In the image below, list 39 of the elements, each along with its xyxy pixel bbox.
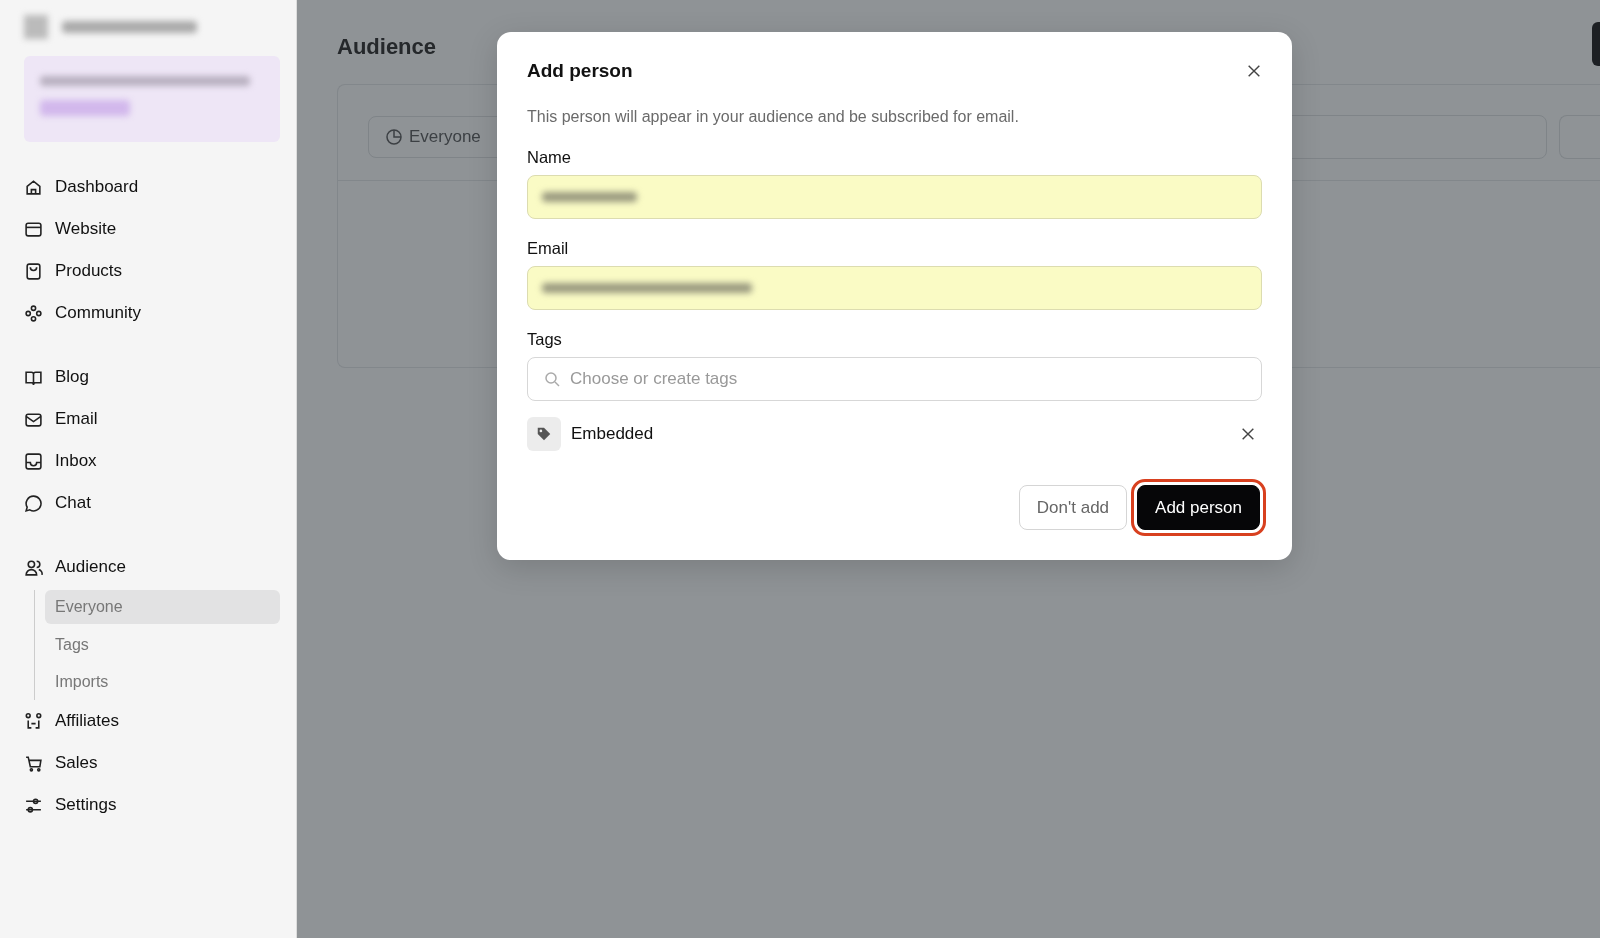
browser-icon <box>24 219 43 239</box>
sidebar-item[interactable]: Affiliates <box>24 700 280 742</box>
people-icon <box>24 557 43 577</box>
field-label: Tags <box>527 330 563 349</box>
input-field[interactable] <box>527 175 1262 219</box>
tag-icon <box>527 417 561 451</box>
chat-icon <box>24 493 43 513</box>
sidebar-item[interactable]: Dashboard <box>24 166 280 208</box>
affiliates-icon <box>24 711 43 731</box>
sidebar-item[interactable]: Sales <box>24 742 280 784</box>
cancel-button[interactable]: Don't add <box>1018 485 1128 530</box>
bag-icon <box>24 261 43 281</box>
search-icon <box>543 370 561 388</box>
sidebar-item[interactable]: Settings <box>24 784 280 826</box>
nodes-icon <box>24 303 43 323</box>
close-icon[interactable] <box>1246 63 1262 79</box>
field-label: Email <box>527 239 570 258</box>
sidebar-item[interactable]: Chat <box>24 482 280 524</box>
tags-field[interactable]: Choose or create tags <box>527 357 1262 401</box>
tag-name: Embedded <box>571 424 655 444</box>
sidebar-item[interactable]: Website <box>24 208 280 250</box>
page-title: Audience <box>337 34 437 60</box>
inbox-icon <box>24 451 43 471</box>
input-field[interactable] <box>527 266 1262 310</box>
sidebar-item[interactable]: Inbox <box>24 440 280 482</box>
sidebar-item[interactable]: Community <box>24 292 280 334</box>
sidebar-item[interactable]: Products <box>24 250 280 292</box>
sidebar-item[interactable]: Audience <box>24 546 280 588</box>
sidebar-item[interactable]: Email <box>24 398 280 440</box>
dialog-title: Add person <box>527 60 633 82</box>
sidebar-subitem[interactable]: Imports <box>45 663 280 700</box>
cart-icon <box>24 753 43 773</box>
pie-chart-icon <box>385 127 403 146</box>
sidebar-subitem[interactable]: Tags <box>45 626 280 663</box>
remove-icon[interactable] <box>1240 426 1256 442</box>
sidebar-item[interactable]: Blog <box>24 356 280 398</box>
sliders-icon <box>24 795 43 815</box>
home-icon <box>24 177 43 197</box>
blurred-logo-drawing <box>24 15 48 39</box>
